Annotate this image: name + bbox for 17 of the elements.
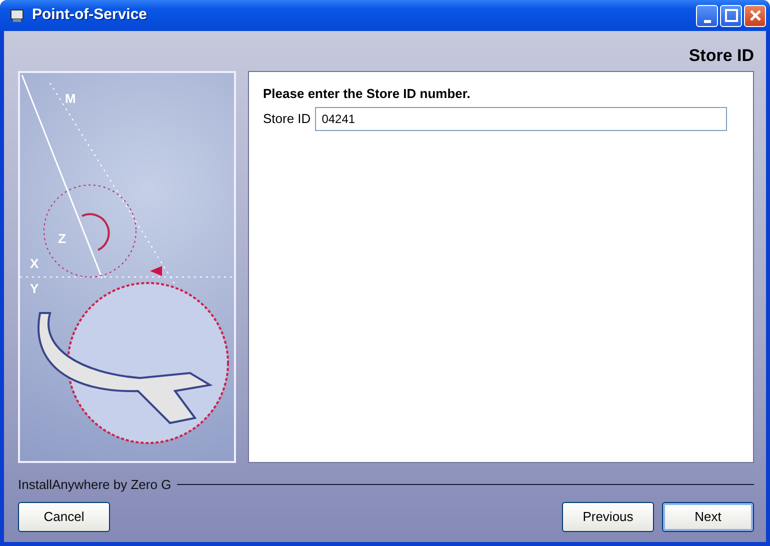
prompt-text: Please enter the Store ID number. [263, 84, 472, 102]
maximize-icon [724, 9, 738, 22]
field-label: Store ID [263, 110, 311, 128]
wizard-button[interactable]: Previous [562, 502, 654, 532]
close-button[interactable] [744, 4, 766, 26]
wrench-illustration-drawing: M Z X Y [20, 72, 234, 460]
window-title: Point-of-Service [32, 5, 148, 26]
vendor-label: InstallAnywhere by Zero G [18, 476, 172, 494]
app-icon [10, 8, 26, 22]
minimize-button[interactable] [696, 4, 718, 26]
wizard-button[interactable]: Cancel [18, 502, 110, 532]
store-id-field[interactable]: 04241 [314, 107, 727, 131]
step-title: Store ID [688, 45, 754, 67]
maximize-button[interactable] [720, 4, 742, 26]
wizard-button[interactable]: Next [662, 502, 754, 532]
minimize-icon [704, 20, 710, 22]
close-icon [750, 10, 760, 21]
